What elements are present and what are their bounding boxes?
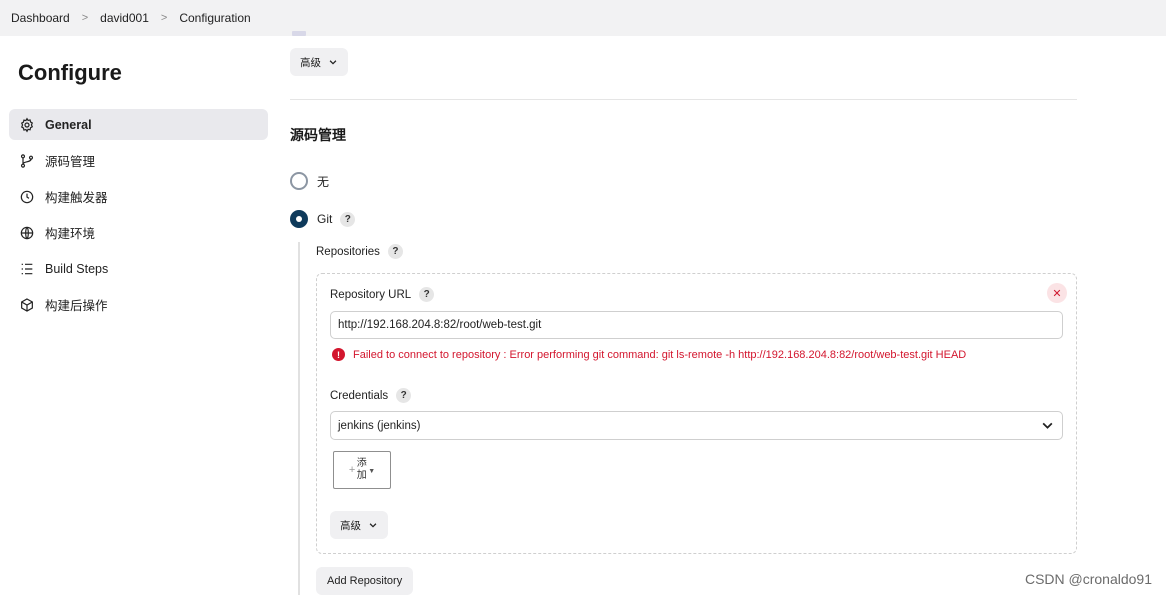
breadcrumb-configuration[interactable]: Configuration bbox=[179, 11, 250, 25]
sidebar-item-label: 源码管理 bbox=[45, 155, 96, 169]
help-icon[interactable]: ? bbox=[396, 388, 412, 403]
advanced-button[interactable]: 高级 bbox=[290, 48, 348, 76]
sidebar-nav: General 源码管理 构建触发器 构建环境 Build Steps 构建后操… bbox=[9, 109, 268, 325]
sidebar-item-label: 构建环境 bbox=[45, 227, 96, 241]
chevron-down-icon bbox=[329, 60, 337, 65]
sidebar-item-general[interactable]: General bbox=[9, 109, 268, 140]
globe-icon bbox=[18, 224, 35, 241]
checkbox[interactable] bbox=[292, 31, 306, 36]
caret-down-icon: ▼ bbox=[368, 467, 376, 475]
sidebar-item-label: Build Steps bbox=[45, 261, 109, 276]
credentials-selected-value: jenkins (jenkins) bbox=[338, 419, 421, 432]
help-icon[interactable]: ? bbox=[387, 244, 403, 259]
repository-url-label: Repository URL bbox=[330, 288, 412, 301]
repository-error: ! Failed to connect to repository : Erro… bbox=[332, 348, 966, 361]
watermark: CSDN @cronaldo91 bbox=[1024, 571, 1152, 587]
chevron-right-icon: > bbox=[81, 12, 89, 24]
sidebar-item-label: 构建后操作 bbox=[45, 299, 108, 313]
sidebar-item-environment[interactable]: 构建环境 bbox=[9, 217, 268, 248]
gear-icon bbox=[18, 116, 35, 133]
sidebar-item-label: 构建触发器 bbox=[45, 191, 108, 205]
plus-icon: + bbox=[348, 464, 356, 476]
credentials-label: Credentials bbox=[330, 389, 389, 402]
radio-none-label: 无 bbox=[317, 174, 330, 189]
sidebar-item-label: General bbox=[45, 117, 92, 132]
credentials-label-row: Credentials ? bbox=[330, 388, 412, 403]
breadcrumb: Dashboard > david001 > Configuration bbox=[0, 0, 1166, 36]
nested-section-line bbox=[298, 242, 300, 595]
chevron-down-icon bbox=[369, 523, 377, 528]
package-icon bbox=[18, 296, 35, 313]
radio-git[interactable] bbox=[290, 210, 308, 228]
add-credentials-label: 添加 bbox=[356, 458, 367, 481]
radio-none-row: 无 bbox=[290, 172, 329, 190]
error-message: Failed to connect to repository : Error … bbox=[353, 348, 967, 361]
clock-icon bbox=[18, 188, 35, 205]
add-credentials-button[interactable]: + 添加 ▼ bbox=[333, 451, 391, 489]
sidebar-item-scm[interactable]: 源码管理 bbox=[9, 145, 268, 176]
credentials-select[interactable]: jenkins (jenkins) bbox=[330, 411, 1063, 440]
repository-url-input[interactable] bbox=[330, 311, 1063, 339]
advanced-label: 高级 bbox=[300, 56, 321, 69]
advanced-label: 高级 bbox=[340, 519, 361, 532]
chevron-down-icon bbox=[1042, 422, 1053, 429]
radio-git-label: Git bbox=[317, 212, 333, 226]
chevron-right-icon: > bbox=[160, 12, 168, 24]
close-icon[interactable]: ✕ bbox=[1047, 283, 1067, 303]
list-icon bbox=[18, 260, 35, 277]
page-title: Configure bbox=[18, 60, 122, 85]
breadcrumb-job[interactable]: david001 bbox=[100, 11, 149, 25]
sidebar-item-build-steps[interactable]: Build Steps bbox=[9, 253, 268, 284]
breadcrumb-dashboard[interactable]: Dashboard bbox=[11, 11, 70, 25]
branch-icon bbox=[18, 152, 35, 169]
add-repository-button[interactable]: Add Repository bbox=[316, 567, 414, 595]
repositories-label-row: Repositories ? bbox=[316, 244, 403, 259]
repository-advanced-button[interactable]: 高级 bbox=[330, 511, 388, 539]
sidebar-item-triggers[interactable]: 构建触发器 bbox=[9, 181, 268, 212]
help-icon[interactable]: ? bbox=[419, 287, 435, 302]
error-icon: ! bbox=[332, 348, 345, 361]
section-title: 源码管理 bbox=[290, 127, 346, 143]
repository-url-label-row: Repository URL ? bbox=[330, 287, 435, 302]
help-icon[interactable]: ? bbox=[340, 211, 356, 227]
radio-git-row: Git ? bbox=[290, 210, 356, 228]
radio-none[interactable] bbox=[290, 172, 308, 190]
repositories-label: Repositories bbox=[316, 245, 380, 258]
section-divider bbox=[290, 99, 1077, 100]
sidebar-item-post-build[interactable]: 构建后操作 bbox=[9, 289, 268, 320]
